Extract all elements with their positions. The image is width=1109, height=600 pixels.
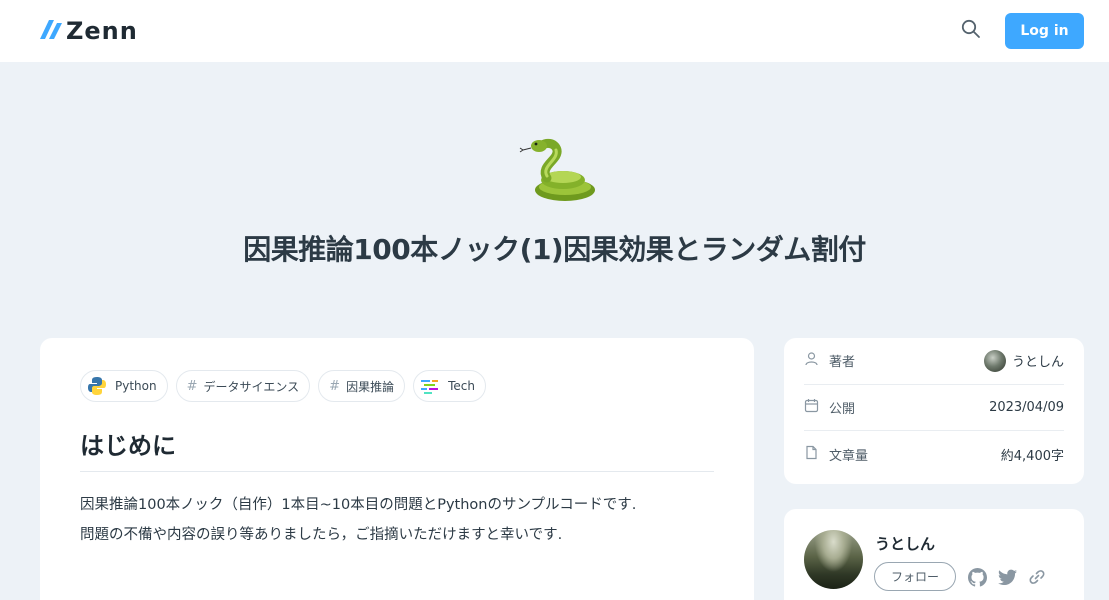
article-title: 因果推論100本ノック(1)因果効果とランダム割付 xyxy=(243,233,866,266)
tech-icon xyxy=(418,374,442,398)
topic-list: Python # データサイエンス # 因果推論 Tech xyxy=(80,370,486,402)
topic-label: データサイエンス xyxy=(203,379,300,394)
snake-emoji xyxy=(519,130,603,204)
github-icon[interactable] xyxy=(966,566,988,588)
follow-button[interactable]: フォロー xyxy=(874,562,956,591)
author-link[interactable]: うとしん xyxy=(983,349,1064,372)
info-value: うとしん xyxy=(1011,355,1064,371)
info-value: 約4,400字 xyxy=(1000,448,1064,464)
link-icon[interactable] xyxy=(1026,566,1048,588)
info-label: 公開 xyxy=(829,401,856,417)
info-row-published: 公開 2023/04/09 xyxy=(804,385,1064,431)
article-paragraph: 因果推論100本ノック（自作）1本目~10本目の問題とPythonのサンプルコー… xyxy=(80,490,720,550)
info-row-word-count: 文章量 約4,400字 xyxy=(804,431,1064,478)
hash-icon: # xyxy=(186,378,198,394)
topic-label: Python xyxy=(115,379,157,393)
article-info-card: 著者 うとしん 公開 2023/04/09 文章量 約4,400字 xyxy=(784,338,1084,484)
user-icon xyxy=(804,351,819,370)
zenn-logo[interactable]: Zenn xyxy=(40,17,138,45)
topic-causal-inference[interactable]: # 因果推論 xyxy=(318,370,406,402)
login-button[interactable]: Log in xyxy=(1005,13,1084,49)
info-label: 著者 xyxy=(829,355,856,371)
calendar-icon xyxy=(804,398,819,417)
info-label: 文章量 xyxy=(829,448,869,464)
zenn-logo-icon xyxy=(40,19,62,43)
search-button[interactable] xyxy=(958,18,984,44)
author-avatar[interactable] xyxy=(804,530,863,589)
section-heading: はじめに xyxy=(80,426,714,472)
site-header: Zenn Log in xyxy=(0,0,1109,62)
author-name[interactable]: うとしん xyxy=(875,533,935,554)
info-value: 2023/04/09 xyxy=(989,399,1064,415)
topic-tech[interactable]: Tech xyxy=(413,370,486,402)
logo-text: Zenn xyxy=(66,17,138,45)
article-card: Python # データサイエンス # 因果推論 Tech はじめに 因果推論1… xyxy=(40,338,754,600)
document-icon xyxy=(804,445,819,464)
author-card: うとしん フォロー xyxy=(784,509,1084,600)
paragraph-line: 因果推論100本ノック（自作）1本目~10本目の問題とPythonのサンプルコー… xyxy=(80,497,637,513)
topic-python[interactable]: Python xyxy=(80,370,168,402)
hash-icon: # xyxy=(329,378,341,394)
search-icon xyxy=(961,19,981,43)
topic-data-science[interactable]: # データサイエンス xyxy=(175,370,311,402)
topic-label: Tech xyxy=(448,379,475,393)
info-row-author: 著者 うとしん xyxy=(804,338,1064,385)
avatar xyxy=(983,349,1006,372)
python-icon xyxy=(85,374,109,398)
twitter-icon[interactable] xyxy=(996,566,1018,588)
topic-label: 因果推論 xyxy=(346,379,395,394)
paragraph-line: 問題の不備や内容の誤り等ありましたら，ご指摘いただけますと幸いです. xyxy=(80,527,563,543)
